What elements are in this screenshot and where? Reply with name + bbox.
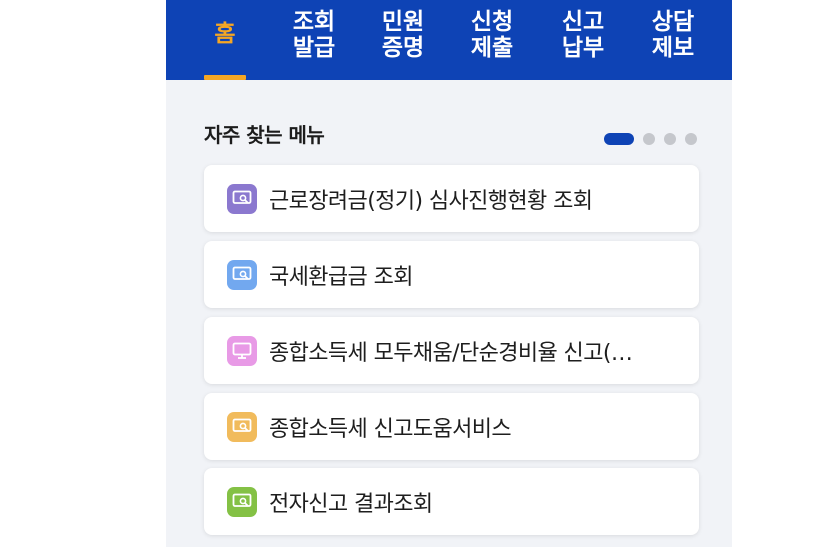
app-screen: 홈 조회 발급 민원 증명 신청 제출 신고 납부 상담 제보 자주 찾는 메뉴… bbox=[166, 0, 732, 547]
pager-dot-1[interactable] bbox=[604, 133, 634, 145]
menu-item[interactable]: 국세환급금 조회 bbox=[204, 241, 699, 308]
tab-inquiry-issue[interactable]: 조회 발급 bbox=[270, 0, 358, 80]
pager-dot-4[interactable] bbox=[685, 133, 697, 145]
tab-home-label: 홈 bbox=[214, 21, 236, 47]
monitor-icon bbox=[227, 335, 257, 366]
menu-item[interactable]: 전자신고 결과조회 bbox=[204, 468, 699, 535]
tab-civil-certificate[interactable]: 민원 증명 bbox=[359, 0, 447, 80]
section-title: 자주 찾는 메뉴 bbox=[204, 123, 325, 147]
pager-dot-2[interactable] bbox=[643, 133, 655, 145]
menu-item-label: 종합소득세 모두채움/단순경비율 신고(… bbox=[269, 340, 633, 366]
tab-report-pay-label: 신고 납부 bbox=[561, 9, 605, 61]
menu-item[interactable]: 종합소득세 모두채움/단순경비율 신고(… bbox=[204, 317, 699, 384]
menu-item-label: 종합소득세 신고도움서비스 bbox=[269, 416, 512, 442]
search-screen-icon bbox=[227, 411, 257, 442]
menu-item-label: 근로장려금(정기) 심사진행현황 조회 bbox=[269, 188, 593, 214]
menu-item[interactable]: 종합소득세 신고도움서비스 bbox=[204, 393, 699, 460]
tab-civil-certificate-label: 민원 증명 bbox=[381, 9, 425, 61]
active-tab-indicator bbox=[204, 75, 246, 80]
tab-apply-submit-label: 신청 제출 bbox=[470, 9, 514, 61]
menu-item-label: 전자신고 결과조회 bbox=[269, 491, 433, 517]
tab-report-pay[interactable]: 신고 납부 bbox=[539, 0, 627, 80]
menu-item[interactable]: 근로장려금(정기) 심사진행현황 조회 bbox=[204, 165, 699, 232]
pager-dot-3[interactable] bbox=[664, 133, 676, 145]
menu-item-label: 국세환급금 조회 bbox=[269, 264, 413, 290]
tab-apply-submit[interactable]: 신청 제출 bbox=[448, 0, 536, 80]
top-nav-bar: 홈 조회 발급 민원 증명 신청 제출 신고 납부 상담 제보 bbox=[166, 0, 732, 80]
search-screen-icon bbox=[227, 183, 257, 214]
carousel-pager bbox=[604, 133, 697, 145]
tab-inquiry-issue-label: 조회 발급 bbox=[292, 9, 336, 61]
search-screen-icon bbox=[227, 259, 257, 290]
tab-consult-tip-label: 상담 제보 bbox=[651, 9, 695, 61]
tab-home[interactable]: 홈 bbox=[184, 0, 266, 80]
search-screen-icon bbox=[227, 486, 257, 517]
tab-consult-tip[interactable]: 상담 제보 bbox=[629, 0, 717, 80]
